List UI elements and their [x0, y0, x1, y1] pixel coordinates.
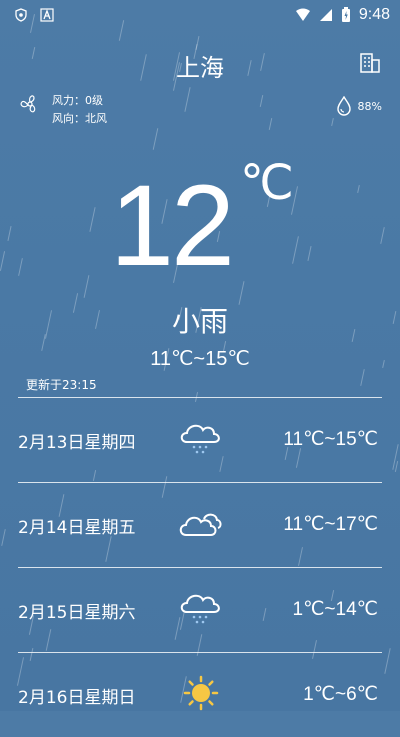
wind-force: 风力：0级 [52, 94, 103, 107]
forecast-date: 2月16日星期日 [18, 688, 136, 708]
forecast-row[interactable]: 2月15日星期六 1℃~14℃ [18, 567, 382, 652]
sun-icon [183, 675, 219, 711]
update-time: 更新于23:15 [26, 378, 97, 392]
humidity-value: 88% [357, 99, 382, 113]
forecast-date: 2月14日星期五 [18, 518, 136, 538]
weather-condition: 小雨 [171, 305, 228, 338]
battery-icon [341, 7, 350, 22]
wind-direction: 风向：北风 [52, 112, 107, 125]
cloud-icon [179, 513, 222, 536]
cell-signal-icon [319, 9, 332, 21]
forecast-date: 2月13日星期四 [18, 433, 136, 453]
shield-notification-icon [15, 8, 27, 22]
fan-icon [20, 95, 36, 113]
forecast-row[interactable]: 2月14日星期五 11℃~17℃ [18, 482, 382, 567]
forecast-list: 2月13日星期四 11℃~15℃ 2月14日星期五 11℃~17℃ 2月15日星… [18, 397, 382, 737]
forecast-date: 2月15日星期六 [18, 603, 136, 623]
forecast-range: 1℃~14℃ [292, 599, 378, 620]
current-temperature: 12 [110, 162, 235, 290]
forecast-range: 11℃~17℃ [283, 514, 378, 535]
city-title[interactable]: 上海 [0, 48, 400, 83]
temperature-unit: ℃ [240, 157, 294, 210]
app-notification-icon [40, 8, 54, 22]
status-time: 9:48 [358, 6, 390, 23]
forecast-range: 11℃~15℃ [283, 429, 378, 450]
wind-info: 风力：0级 风向：北风 [18, 92, 107, 128]
rain-cloud-icon [180, 424, 220, 454]
city-manage-icon[interactable] [358, 50, 382, 74]
wifi-icon [295, 8, 310, 21]
forecast-range: 1℃~6℃ [303, 684, 378, 705]
humidity: 88% [336, 96, 382, 116]
forecast-row[interactable]: 2月16日星期日 1℃~6℃ [18, 652, 382, 737]
status-bar: 9:48 [0, 0, 400, 30]
rain-cloud-icon [180, 594, 220, 624]
water-drop-icon [336, 96, 351, 116]
today-range: 11℃~15℃ [150, 348, 250, 370]
forecast-row[interactable]: 2月13日星期四 11℃~15℃ [18, 397, 382, 482]
